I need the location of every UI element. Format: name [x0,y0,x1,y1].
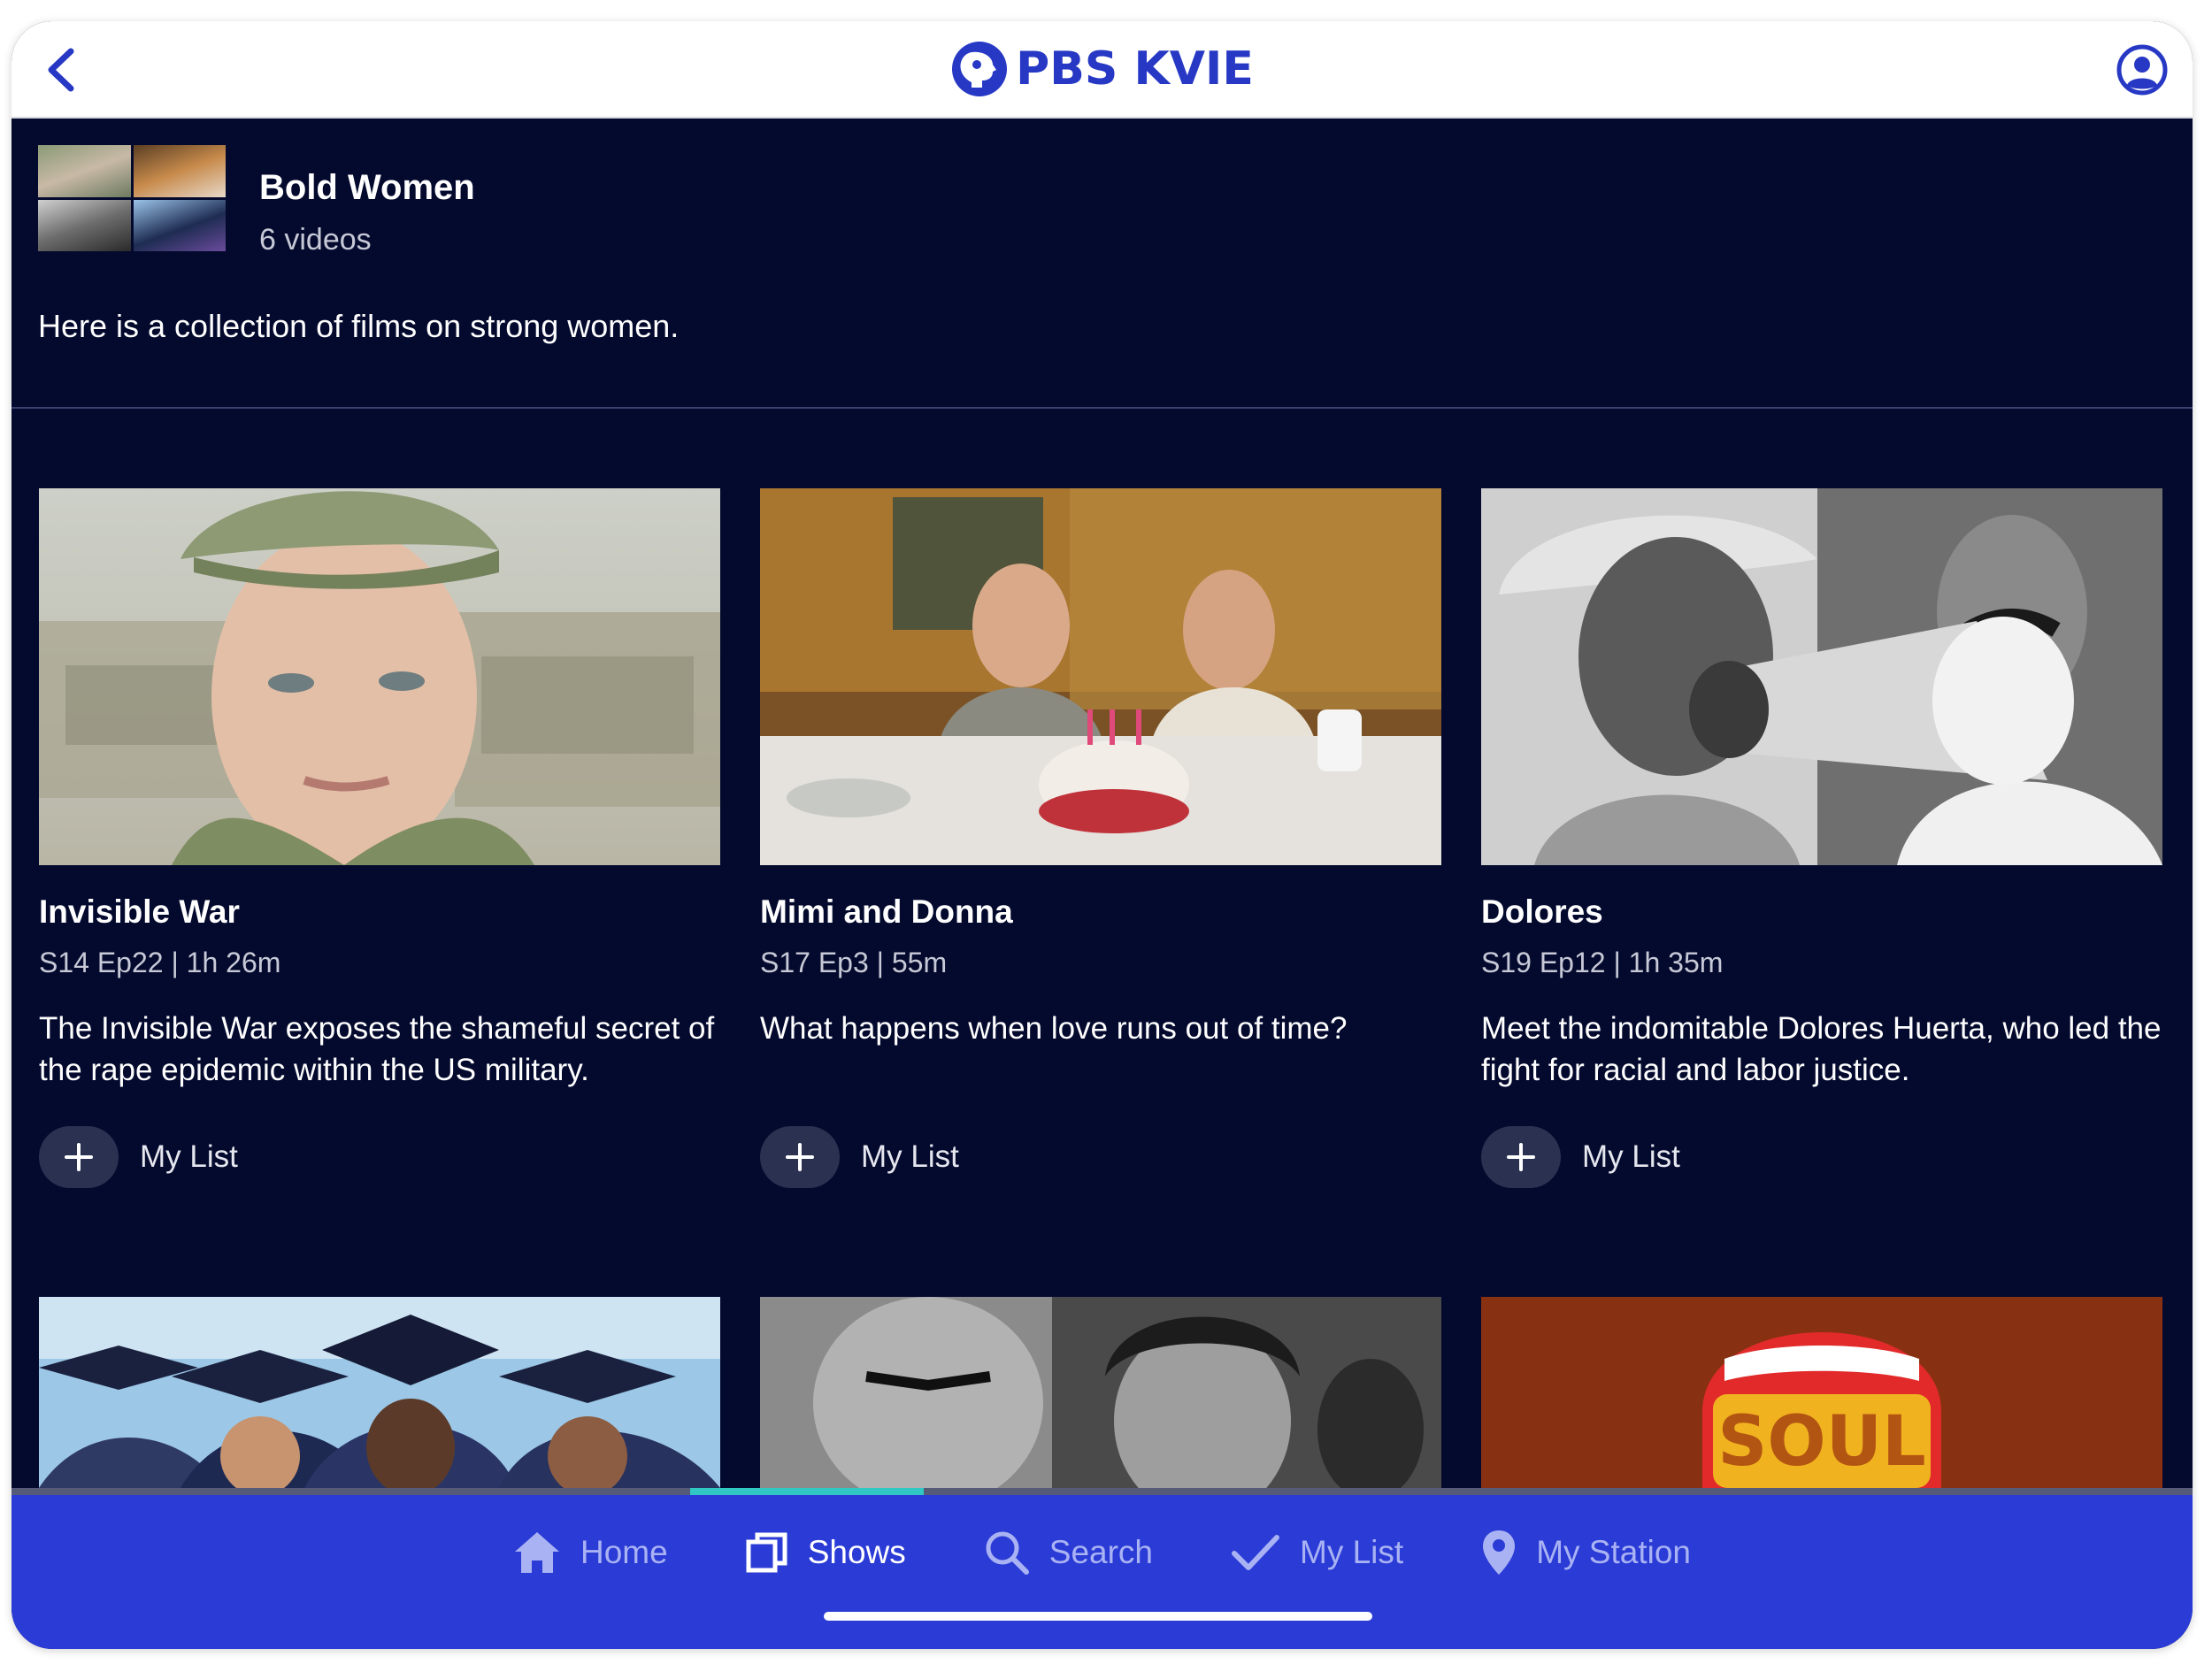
archival-photo-image [760,1297,1441,1488]
video-description: What happens when love runs out of time? [760,1011,1348,1046]
pbs-head-icon [952,42,1008,96]
video-title[interactable]: Mimi and Donna [760,893,1441,931]
add-to-my-list-button[interactable]: My List [760,1126,1441,1188]
video-title[interactable]: Dolores [1481,893,2162,931]
collection-description: Here is a collection of films on strong … [38,308,680,344]
plus-icon [1481,1126,1561,1188]
shows-icon [746,1532,787,1573]
my-list-label: My List [140,1139,238,1174]
soul-sign-text: SOUL [1717,1402,1926,1482]
tab-my-list[interactable]: My List [1231,1532,1403,1573]
dolores-image [1481,488,2162,865]
tab-search-label: Search [1048,1534,1153,1570]
video-thumbnail[interactable] [1481,488,2162,865]
scroll-progress-track [12,1488,2193,1495]
tab-shows-label: Shows [807,1534,906,1570]
collection-video-count: 6 videos [259,223,372,257]
add-to-my-list-button[interactable]: My List [1481,1126,2162,1188]
account-icon [2116,44,2168,96]
tab-shows[interactable]: Shows [746,1531,906,1574]
section-divider [12,407,2193,409]
tab-my-list-label: My List [1300,1534,1404,1570]
video-thumbnail[interactable] [760,1297,1441,1488]
video-description: The Invisible War exposes the shameful s… [39,1011,715,1087]
search-icon [986,1531,1029,1575]
birthday-image [760,488,1441,865]
home-indicator[interactable] [824,1612,1372,1621]
tab-search[interactable]: Search [984,1530,1153,1576]
bottom-tab-bar: Home Shows Search My List My Station [12,1495,2193,1649]
my-list-label: My List [861,1139,959,1174]
video-description: Meet the indomitable Dolores Huerta, who… [1481,1011,2162,1087]
add-to-my-list-button[interactable]: My List [39,1126,720,1188]
plus-icon [39,1126,119,1188]
my-list-label: My List [1582,1139,1680,1174]
app-window: PBS KVIE Bold Women 6 videos Here is a c… [12,21,2193,1649]
graduates-image [39,1297,720,1488]
tab-my-station[interactable]: My Station [1481,1529,1691,1576]
video-thumbnail[interactable] [39,488,720,865]
tab-home[interactable]: Home [513,1530,668,1575]
video-meta: S19 Ep12 | 1h 35m [1481,947,1724,978]
video-thumbnail[interactable] [39,1297,720,1488]
home-icon [515,1532,559,1573]
tab-home-label: Home [580,1534,668,1570]
video-card: Dolores S19 Ep12 | 1h 35m Meet the indom… [1481,488,2162,1188]
account-button[interactable] [2111,39,2173,101]
plus-icon [760,1126,840,1188]
collection-title: Bold Women [259,168,475,207]
top-bar: PBS KVIE [12,21,2193,119]
soldier-image [39,488,720,865]
video-meta: S14 Ep22 | 1h 26m [39,947,281,978]
pbs-kvie-logo: PBS KVIE [12,37,2193,101]
video-card: Invisible War S14 Ep22 | 1h 26m The Invi… [39,488,720,1188]
active-tab-indicator [690,1488,924,1495]
soul-sign-image: SOUL [1481,1297,2162,1488]
collection-header: Bold Women 6 videos Here is a collection… [12,119,2193,428]
video-card: Mimi and Donna S17 Ep3 | 55m What happen… [760,488,1441,1188]
brand-text: PBS KVIE [1016,42,1254,96]
checkmark-icon [1232,1535,1279,1570]
video-thumbnail[interactable]: SOUL [1481,1297,2162,1488]
location-pin-icon [1483,1530,1516,1575]
video-meta: S17 Ep3 | 55m [760,947,948,978]
tab-my-station-label: My Station [1536,1534,1691,1570]
video-title[interactable]: Invisible War [39,893,720,931]
video-thumbnail[interactable] [760,488,1441,865]
collection-thumbnail [38,145,226,251]
